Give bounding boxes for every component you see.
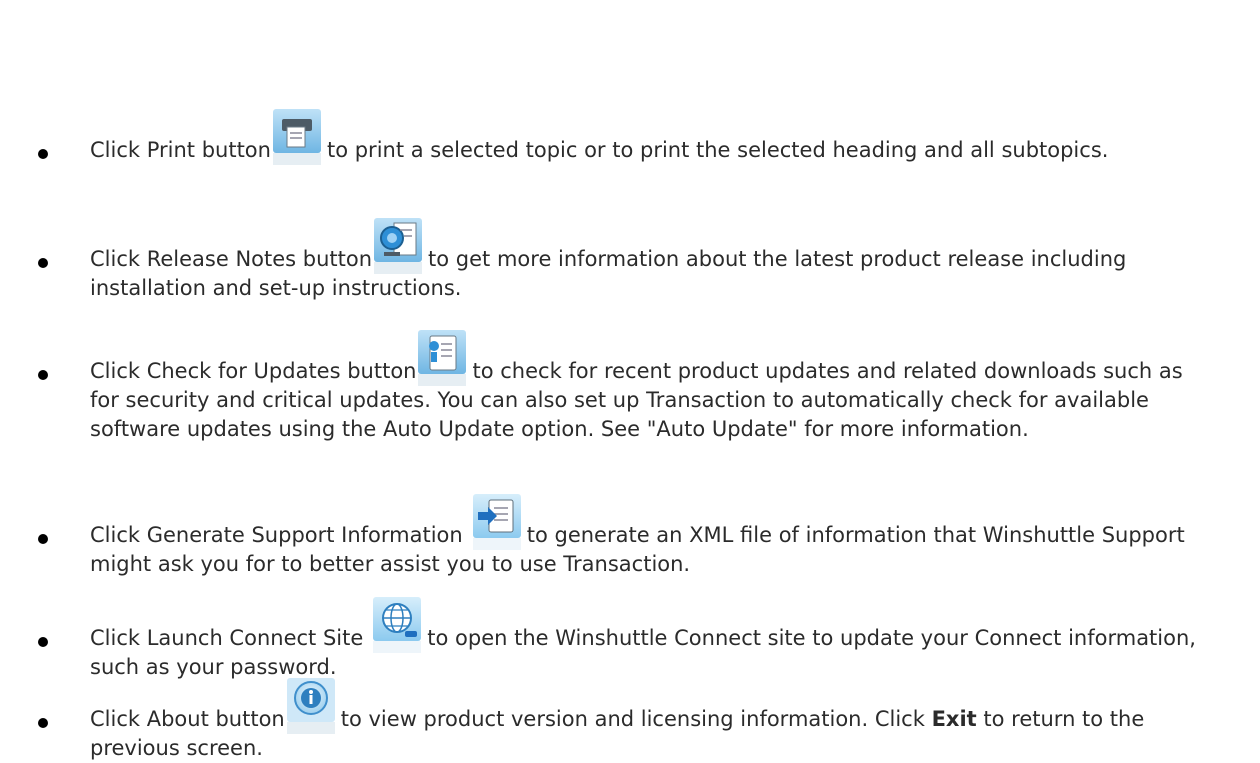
bullet (38, 149, 48, 159)
bullet (38, 370, 48, 380)
item-text-before: Click About button (90, 707, 285, 731)
bullet (38, 637, 48, 647)
globe-connect-icon[interactable] (373, 597, 422, 653)
item-text-before: Click Launch Connect Site (90, 626, 364, 650)
bullet (38, 258, 48, 268)
check-updates-icon[interactable] (418, 330, 467, 386)
bullet (38, 718, 48, 728)
item-text-before: Click Print button (90, 138, 271, 162)
print-icon[interactable] (272, 109, 321, 165)
bullet (38, 534, 48, 544)
about-info-icon[interactable] (286, 678, 335, 734)
item-text-before: Click Release Notes button (90, 247, 373, 271)
release-notes-icon[interactable] (374, 218, 423, 274)
item-text-after-1: to view product version and licensing in… (340, 707, 925, 731)
support-info-icon[interactable] (472, 494, 521, 550)
item-text-after: to print a selected topic or to print th… (326, 138, 1109, 162)
item-text-before: Click Check for Updates button (90, 359, 417, 383)
item-text-before: Click Generate Support Information (90, 523, 463, 547)
exit-keyword: Exit (931, 707, 977, 731)
